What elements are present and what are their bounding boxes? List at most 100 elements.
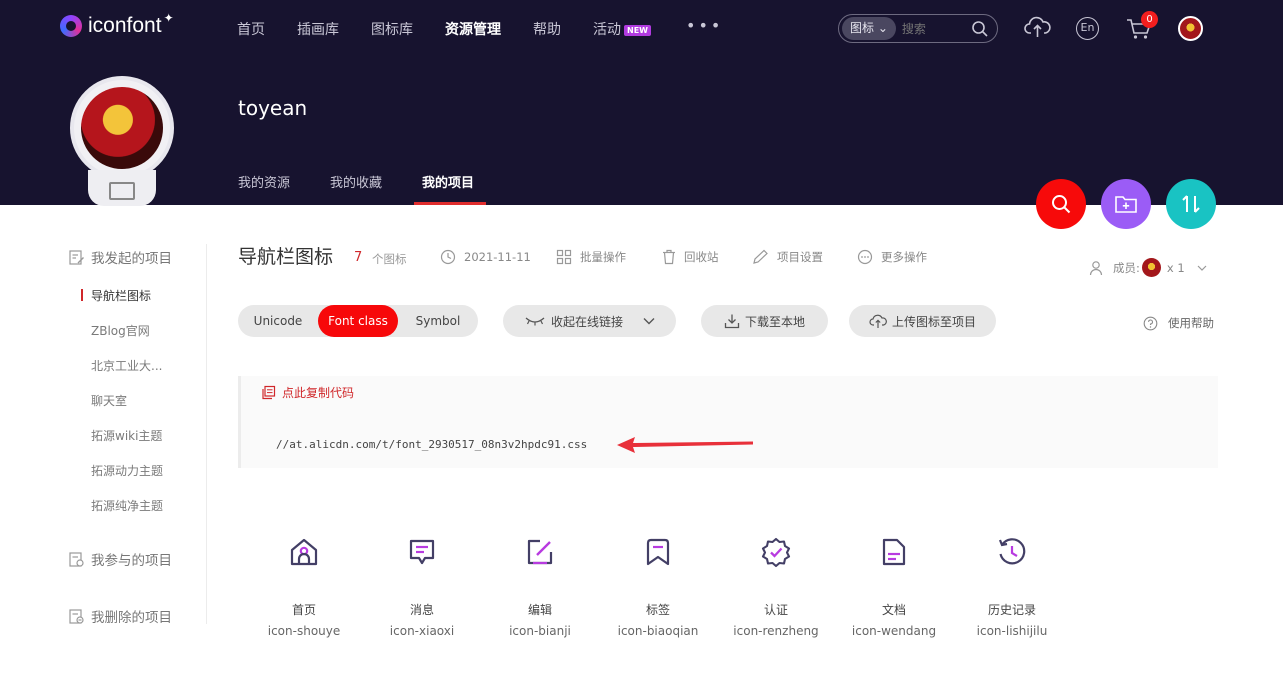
nav-activities-label: 活动 bbox=[593, 22, 621, 38]
nav-activities[interactable]: 活动 NEW bbox=[593, 19, 651, 39]
download-button[interactable]: 下载至本地 bbox=[701, 305, 828, 337]
nav-icon-library[interactable]: 图标库 bbox=[371, 19, 413, 39]
nav-resource-management[interactable]: 资源管理 bbox=[445, 19, 501, 39]
more-circle-icon bbox=[857, 249, 873, 265]
grid-icon bbox=[556, 249, 572, 265]
new-project-button[interactable] bbox=[1101, 179, 1151, 229]
project-deleted-icon bbox=[69, 608, 84, 624]
search-type-dropdown[interactable]: 图标 ⌄ bbox=[842, 17, 896, 40]
active-tab-indicator bbox=[414, 202, 486, 205]
tab-my-projects[interactable]: 我的项目 bbox=[422, 172, 474, 191]
language-label: En bbox=[1080, 21, 1095, 34]
sidebar-project-bjut[interactable]: 北京工业大... bbox=[91, 357, 162, 374]
trash-icon bbox=[663, 249, 675, 265]
cart-count-badge: 0 bbox=[1141, 11, 1158, 28]
icon-class: icon-renzheng bbox=[733, 624, 819, 638]
upload-cloud-icon[interactable] bbox=[1024, 15, 1051, 39]
icon-card-renzheng[interactable]: 认证 icon-renzheng bbox=[717, 536, 835, 638]
question-icon bbox=[1143, 316, 1158, 330]
project-settings-label: 项目设置 bbox=[777, 250, 823, 264]
recycle-bin-label: 回收站 bbox=[684, 250, 719, 264]
icon-name: 首页 bbox=[291, 603, 316, 617]
css-link-url: //at.alicdn.com/t/font_2930517_08n3v2hpd… bbox=[276, 438, 588, 451]
search-project-button[interactable] bbox=[1036, 179, 1086, 229]
usage-help-link[interactable]: 使用帮助 bbox=[1143, 315, 1214, 331]
project-joined-icon bbox=[69, 551, 84, 567]
language-switch-button[interactable]: En bbox=[1076, 17, 1099, 40]
user-avatar[interactable] bbox=[1178, 16, 1203, 41]
transfer-arrows-icon bbox=[1182, 195, 1200, 213]
icon-card-wendang[interactable]: 文档 icon-wendang bbox=[835, 536, 953, 638]
nav-home[interactable]: 首页 bbox=[237, 19, 265, 39]
sidebar-group-joined-label: 我参与的项目 bbox=[91, 553, 172, 569]
eye-closed-icon bbox=[525, 317, 545, 326]
sidebar-project-nav-icons[interactable]: 导航栏图标 bbox=[91, 287, 151, 304]
edit-icon bbox=[527, 539, 553, 565]
copy-code-button[interactable]: 点此复制代码 bbox=[261, 384, 354, 401]
icon-class: icon-lishijilu bbox=[976, 624, 1048, 638]
nav-help[interactable]: 帮助 bbox=[533, 19, 561, 39]
project-date-label: 2021-11-11 bbox=[464, 250, 531, 264]
usage-help-label: 使用帮助 bbox=[1168, 316, 1214, 330]
chevron-down-icon bbox=[643, 318, 655, 325]
icon-name: 认证 bbox=[763, 603, 788, 617]
sidebar-project-dynamic-theme[interactable]: 拓源动力主题 bbox=[91, 462, 163, 479]
new-badge: NEW bbox=[624, 25, 651, 36]
mode-font-class[interactable]: Font class bbox=[318, 305, 398, 337]
recycle-bin-button[interactable]: 回收站 bbox=[662, 249, 719, 265]
icon-class: icon-wendang bbox=[851, 624, 937, 638]
member-avatar bbox=[1141, 258, 1161, 277]
upload-cloud-icon bbox=[869, 314, 887, 328]
download-label: 下载至本地 bbox=[744, 314, 805, 329]
icon-card-xiaoxi[interactable]: 消息 icon-xiaoxi bbox=[363, 536, 481, 638]
search-input[interactable] bbox=[901, 21, 964, 36]
search-bar: 图标 ⌄ bbox=[838, 14, 998, 43]
project-edit-icon bbox=[69, 249, 84, 265]
members-label: 成员: bbox=[1113, 260, 1140, 275]
profile-avatar bbox=[70, 76, 174, 180]
upload-icons-button[interactable]: 上传图标至项目 bbox=[849, 305, 996, 337]
sidebar-project-wiki-theme[interactable]: 拓源wiki主题 bbox=[91, 427, 162, 444]
search-icon[interactable] bbox=[971, 20, 989, 38]
transfer-button[interactable] bbox=[1166, 179, 1216, 229]
avatar-stand-icon bbox=[109, 182, 135, 200]
icon-card-shouye[interactable]: 首页 icon-shouye bbox=[245, 536, 363, 638]
mode-symbol[interactable]: Symbol bbox=[398, 305, 478, 337]
icon-class: icon-biaoqian bbox=[617, 624, 699, 638]
nav-illustrations[interactable]: 插画库 bbox=[297, 19, 339, 39]
pencil-icon bbox=[753, 249, 768, 264]
icon-card-biaoqian[interactable]: 标签 icon-biaoqian bbox=[599, 536, 717, 638]
mode-unicode[interactable]: Unicode bbox=[238, 305, 318, 337]
avatar-stand bbox=[88, 170, 156, 206]
sidebar-project-zblog[interactable]: ZBlog官网 bbox=[91, 322, 150, 339]
tab-my-resources[interactable]: 我的资源 bbox=[238, 172, 290, 191]
sidebar-group-deleted[interactable]: 我删除的项目 bbox=[68, 606, 172, 626]
red-arrow-annotation bbox=[617, 437, 753, 453]
project-members[interactable]: 成员: x 1 bbox=[1089, 258, 1207, 277]
sidebar-project-chatroom[interactable]: 聊天室 bbox=[91, 392, 127, 409]
iconfont-logo[interactable]: iconfont ✦ bbox=[60, 11, 174, 38]
more-nav-button[interactable]: ••• bbox=[686, 16, 723, 35]
collapse-online-link-label: 收起在线链接 bbox=[550, 314, 623, 329]
upload-icons-label: 上传图标至项目 bbox=[891, 314, 976, 329]
sidebar-group-started[interactable]: 我发起的项目 bbox=[68, 247, 172, 267]
home-icon bbox=[290, 538, 318, 566]
icon-card-lishijilu[interactable]: 历史记录 icon-lishijilu bbox=[953, 536, 1071, 638]
sidebar-group-deleted-label: 我删除的项目 bbox=[91, 610, 172, 626]
code-mode-switch: Unicode Font class Symbol bbox=[238, 305, 478, 337]
icon-card-bianji[interactable]: 编辑 icon-bianji bbox=[481, 536, 599, 638]
download-icon bbox=[724, 314, 740, 329]
sidebar-group-started-label: 我发起的项目 bbox=[91, 251, 172, 267]
chevron-down-icon bbox=[1197, 265, 1207, 271]
profile-username: toyean bbox=[238, 96, 308, 120]
batch-operation-button[interactable]: 批量操作 bbox=[556, 249, 626, 265]
icon-name: 编辑 bbox=[527, 603, 552, 617]
tab-my-favorites[interactable]: 我的收藏 bbox=[330, 172, 382, 191]
collapse-online-link-button[interactable]: 收起在线链接 bbox=[503, 305, 676, 337]
sidebar-active-indicator bbox=[81, 289, 83, 301]
sidebar-project-pure-theme[interactable]: 拓源纯净主题 bbox=[91, 497, 163, 514]
sidebar-group-joined[interactable]: 我参与的项目 bbox=[68, 549, 172, 569]
project-settings-button[interactable]: 项目设置 bbox=[752, 249, 823, 265]
tag-icon bbox=[646, 538, 670, 566]
more-operations-button[interactable]: 更多操作 bbox=[857, 249, 927, 265]
